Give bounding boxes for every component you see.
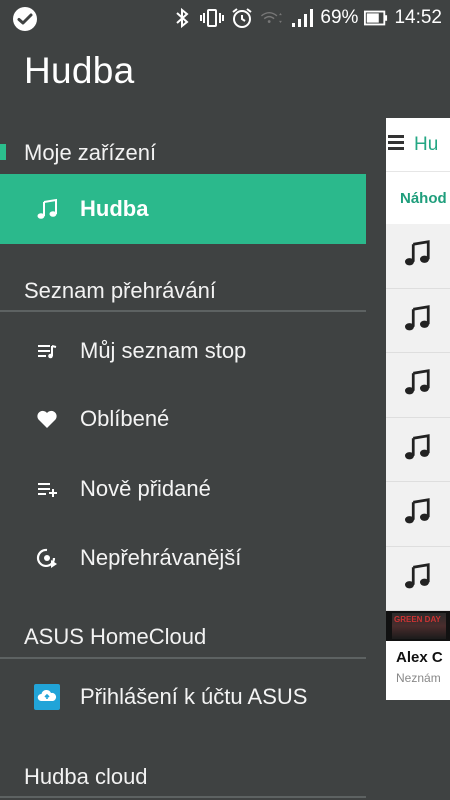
panel-title: Hu [414, 133, 439, 155]
music-note-icon [402, 561, 432, 596]
drawer-item-asus-login[interactable]: Přihlášení k účtu ASUS [0, 664, 366, 730]
song-row[interactable] [386, 482, 450, 547]
signal-icon [290, 6, 314, 30]
check-icon [12, 6, 38, 32]
drawer-item-label: Můj seznam stop [80, 338, 247, 363]
wifi-icon [260, 6, 284, 30]
battery-icon [364, 6, 388, 30]
music-note-icon [402, 303, 432, 338]
music-note-icon [402, 432, 432, 467]
drawer-item-label: Hudba [80, 196, 149, 221]
vibrate-icon [200, 6, 225, 30]
album-card-title: Alex C [396, 649, 443, 666]
song-row[interactable] [386, 224, 450, 289]
album-art-text: GREEN DAY [394, 615, 441, 624]
section-label-device: Moje zařízení [24, 140, 157, 165]
section-divider [0, 796, 366, 798]
tab-shuffle[interactable]: Náhod [386, 172, 450, 224]
drawer-item-recently-added[interactable]: Nově přidané [0, 456, 366, 522]
section-label-playlists: Seznam přehrávání [24, 278, 216, 303]
song-row[interactable] [386, 546, 450, 611]
section-label-homecloud: ASUS HomeCloud [24, 624, 207, 649]
drawer-item-label: Přihlášení k účtu ASUS [80, 684, 308, 709]
playlist-add-icon [34, 476, 60, 502]
music-note-icon [402, 367, 432, 402]
drawer-item-music[interactable]: Hudba [0, 174, 366, 244]
music-note-icon [34, 196, 60, 222]
clock: 14:52 [394, 7, 442, 28]
panel-toolbar: Hu [386, 118, 450, 172]
heart-icon [34, 406, 60, 432]
album-art: GREEN DAY [386, 611, 450, 641]
section-accent-mark [0, 144, 6, 160]
section-label-cloud: Hudba cloud [24, 764, 148, 789]
song-row[interactable] [386, 288, 450, 353]
hamburger-menu-icon[interactable] [388, 132, 404, 157]
drawer-item-label: Oblíbené [80, 406, 170, 431]
drawer-item-my-playlist[interactable]: Můj seznam stop [0, 318, 366, 384]
playlist-icon [34, 338, 60, 364]
navigation-drawer: Hudba Moje zařízení Hudba Seznam přehráv… [0, 36, 366, 800]
drawer-item-most-played[interactable]: Nepřehrávanější [0, 525, 366, 591]
music-note-icon [402, 496, 432, 531]
section-divider [0, 657, 366, 659]
most-played-icon [34, 545, 60, 571]
drawer-item-label: Nově přidané [80, 476, 211, 501]
status-bar: 69% 14:52 [0, 0, 450, 36]
song-row[interactable] [386, 417, 450, 482]
album-card-subtitle: Neznám [396, 671, 441, 685]
music-list-panel[interactable]: Hu Náhod GREEN DAY Alex C Neznám [386, 118, 450, 700]
app-title: Hudba [24, 50, 135, 91]
drawer-item-label: Nepřehrávanější [80, 545, 242, 570]
album-card[interactable]: Alex C Neznám [386, 641, 450, 685]
song-row[interactable] [386, 353, 450, 418]
drawer-item-favorites[interactable]: Oblíbené [0, 386, 366, 452]
battery-percent: 69% [320, 7, 359, 28]
music-note-icon [402, 238, 432, 273]
cloud-icon [34, 684, 60, 710]
section-divider [0, 310, 366, 312]
alarm-icon [230, 6, 254, 30]
bluetooth-icon [170, 6, 194, 30]
